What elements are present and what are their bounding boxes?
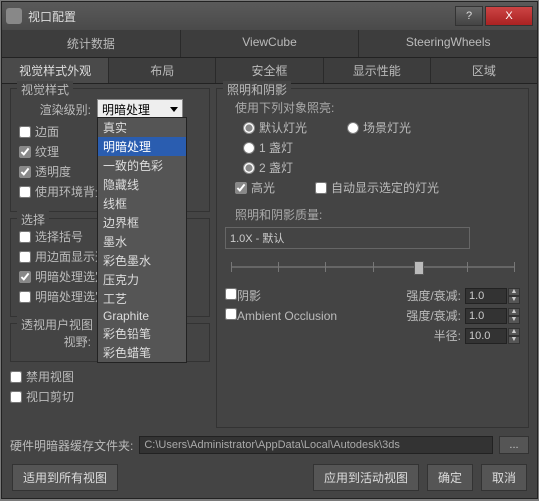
window-title: 视口配置 xyxy=(28,8,453,25)
disable-view-check[interactable]: 禁用视图 xyxy=(10,368,74,385)
help-button[interactable]: ? xyxy=(455,6,483,26)
transparency-check[interactable]: 透明度 xyxy=(19,163,71,180)
spin-up[interactable]: ▲ xyxy=(508,328,520,336)
tab-viewcube[interactable]: ViewCube xyxy=(181,30,360,57)
use-obj-light-label: 使用下列对象照亮: xyxy=(235,99,520,116)
dropdown-item[interactable]: 彩色铅笔 xyxy=(98,324,186,343)
intensity-input-2[interactable] xyxy=(465,308,507,324)
env-bg-check[interactable]: 使用环境背景 xyxy=(19,183,107,200)
tab-display-perf[interactable]: 显示性能 xyxy=(324,58,431,83)
texture-check[interactable]: 纹理 xyxy=(19,143,59,160)
dropdown-item[interactable]: 明暗处理 xyxy=(98,137,186,156)
dropdown-item[interactable]: Graphite xyxy=(98,308,186,324)
intensity-input-1[interactable] xyxy=(465,288,507,304)
apply-all-button[interactable]: 适用到所有视图 xyxy=(12,464,118,491)
dropdown-item[interactable]: 彩色蜡笔 xyxy=(98,343,186,362)
spin-down[interactable]: ▼ xyxy=(508,316,520,324)
group-lighting: 照明和阴影 xyxy=(223,81,291,98)
group-visual-style: 视觉样式 xyxy=(17,81,73,98)
ao-check[interactable]: Ambient Occlusion xyxy=(225,308,337,323)
tab-statistics[interactable]: 统计数据 xyxy=(2,30,181,57)
apply-active-button[interactable]: 应用到活动视图 xyxy=(313,464,419,491)
render-level-value: 明暗处理 xyxy=(102,101,150,118)
tab-steeringwheels[interactable]: SteeringWheels xyxy=(359,30,537,57)
intensity-label-1: 强度/衰减: xyxy=(406,287,461,304)
quality-value[interactable]: 1.0X - 默认 xyxy=(225,227,470,249)
two-light-radio[interactable]: 2 盏灯 xyxy=(243,159,293,176)
group-selection: 选择 xyxy=(17,211,49,228)
dropdown-item[interactable]: 彩色墨水 xyxy=(98,251,186,270)
cache-path-input[interactable] xyxy=(139,436,493,454)
dropdown-item[interactable]: 线框 xyxy=(98,194,186,213)
dropdown-item[interactable]: 边界框 xyxy=(98,213,186,232)
tab-safe-frame[interactable]: 安全框 xyxy=(216,58,323,83)
quality-slider[interactable] xyxy=(231,257,514,277)
dropdown-item[interactable]: 隐藏线 xyxy=(98,175,186,194)
shadow-check[interactable]: 阴影 xyxy=(225,287,261,304)
view-clip-check[interactable]: 视口剪切 xyxy=(10,388,74,405)
ok-button[interactable]: 确定 xyxy=(427,464,473,491)
edge-faces-check[interactable]: 边面 xyxy=(19,123,59,140)
radius-input[interactable] xyxy=(465,328,507,344)
render-level-label: 渲染级别: xyxy=(19,101,91,118)
cancel-button[interactable]: 取消 xyxy=(481,464,527,491)
tab-layout[interactable]: 布局 xyxy=(109,58,216,83)
scene-light-radio[interactable]: 场景灯光 xyxy=(347,119,411,136)
default-light-radio[interactable]: 默认灯光 xyxy=(243,119,307,136)
auto-show-check[interactable]: 自动显示选定的灯光 xyxy=(315,179,439,196)
quality-label: 照明和阴影质量: xyxy=(235,206,520,223)
render-level-dropdown: 真实 明暗处理 一致的色彩 隐藏线 线框 边界框 墨水 彩色墨水 压克力 工艺 … xyxy=(97,117,187,363)
group-perspective: 透视用户视图 xyxy=(17,316,97,333)
sel-brackets-check[interactable]: 选择括号 xyxy=(19,228,83,245)
spin-up[interactable]: ▲ xyxy=(508,308,520,316)
dropdown-item[interactable]: 真实 xyxy=(98,118,186,137)
spin-up[interactable]: ▲ xyxy=(508,288,520,296)
radius-label: 半径: xyxy=(434,327,461,344)
highlight-check[interactable]: 高光 xyxy=(235,179,275,196)
fov-label: 视野: xyxy=(19,333,91,350)
cache-label: 硬件明暗器缓存文件夹: xyxy=(10,437,133,454)
tab-regions[interactable]: 区域 xyxy=(431,58,537,83)
close-button[interactable]: X xyxy=(485,6,533,26)
one-light-radio[interactable]: 1 盏灯 xyxy=(243,139,293,156)
dropdown-item[interactable]: 压克力 xyxy=(98,270,186,289)
dropdown-item[interactable]: 墨水 xyxy=(98,232,186,251)
app-icon xyxy=(6,8,22,24)
tab-visual-style[interactable]: 视觉样式外观 xyxy=(2,58,109,83)
dropdown-item[interactable]: 一致的色彩 xyxy=(98,156,186,175)
dropdown-item[interactable]: 工艺 xyxy=(98,289,186,308)
spin-down[interactable]: ▼ xyxy=(508,296,520,304)
browse-button[interactable]: ... xyxy=(499,436,529,454)
chevron-down-icon xyxy=(170,107,178,112)
spin-down[interactable]: ▼ xyxy=(508,336,520,344)
intensity-label-2: 强度/衰减: xyxy=(406,307,461,324)
